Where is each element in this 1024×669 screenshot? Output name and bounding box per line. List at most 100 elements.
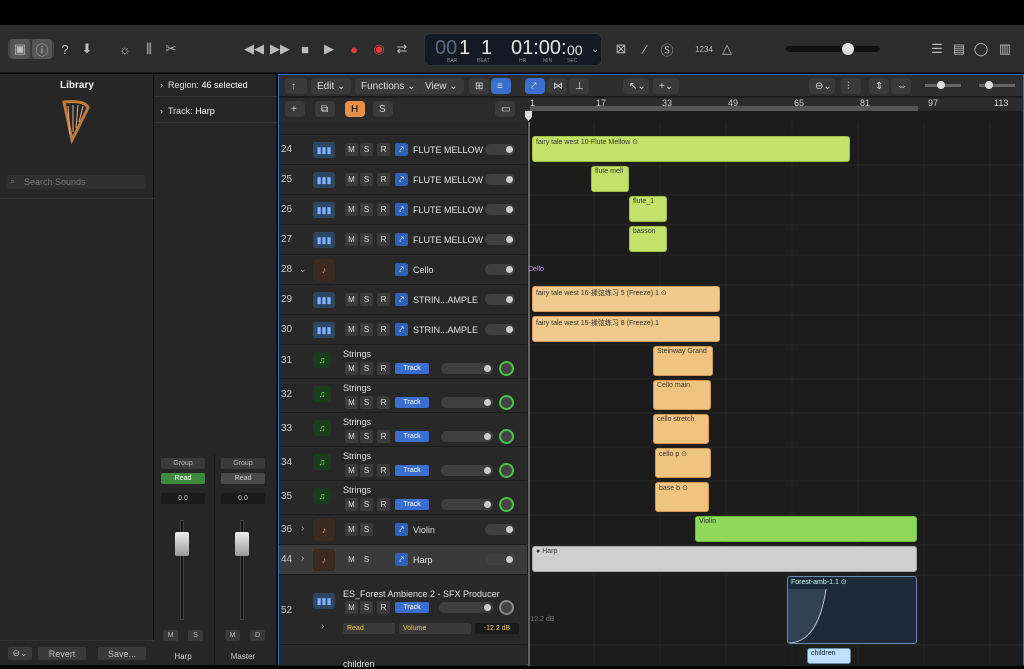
solo-button[interactable]: S [360,173,373,186]
track-header[interactable]: 33 ♫ Strings M S R Track [279,413,527,447]
track-badge[interactable]: Track [395,465,429,476]
track-badge[interactable]: Track [395,397,429,408]
disclosure-chevron-icon[interactable]: › [321,621,324,632]
mute-button[interactable]: M [345,601,358,614]
record-arm-button[interactable]: R [377,203,390,216]
record-arm-button[interactable]: R [377,362,390,375]
record-arm-button[interactable]: R [377,233,390,246]
track-on-toggle[interactable] [485,234,515,245]
mute-button[interactable]: M [345,498,358,511]
track-header[interactable]: 25 ▮▮▮ M S R ⤤ FLUTE MELLOW [279,165,527,195]
volume-slider[interactable] [441,499,493,510]
record-arm-button[interactable]: R [377,498,390,511]
browser-icon[interactable]: ▥ [996,39,1014,59]
solo-mode-button[interactable]: S [373,101,393,117]
add-track-icon[interactable]: + [285,101,305,117]
solo-button[interactable]: S [360,498,373,511]
solo-button[interactable]: S [360,601,373,614]
mute-button[interactable]: M [345,396,358,409]
automation-icon[interactable]: ⤤ [395,263,408,276]
record-arm-button[interactable]: R [377,396,390,409]
play-icon[interactable]: ▶ [320,39,338,59]
mute-button[interactable]: M [345,464,358,477]
view-menu[interactable]: View ⌄ [419,78,464,94]
mute-button[interactable]: M [345,430,358,443]
global-tracks-icon[interactable]: ▭ [495,101,515,117]
midi-region[interactable]: Cello main [653,380,711,410]
track-header[interactable]: children [279,645,527,669]
track-badge[interactable]: Track [395,499,429,510]
track-name[interactable]: Cello [413,265,434,275]
mute-button[interactable]: M [345,203,358,216]
volume-slider[interactable] [441,431,493,442]
solo-button[interactable]: S [360,523,373,536]
flex-icon[interactable]: ⋈ [547,78,567,94]
solo-button[interactable]: S [360,323,373,336]
track-name[interactable]: Strings [343,417,371,427]
action-menu-icon[interactable]: ⊖⌄ [8,647,32,660]
note-icon[interactable]: ▤ [950,39,968,59]
automation-icon[interactable]: ⤤ [395,143,408,156]
audio-region[interactable]: basson [629,226,667,252]
solo-button[interactable]: S [360,293,373,306]
record-arm-button[interactable]: R [377,430,390,443]
pan-knob[interactable] [499,395,514,410]
track-name[interactable]: FLUTE MELLOW [413,145,483,155]
automation-mode-button[interactable]: Read [161,473,205,484]
folder-region[interactable]: ● Harp [532,546,917,572]
replace-icon[interactable]: ⊠ [612,39,630,59]
solo-button[interactable]: S [360,203,373,216]
track-header[interactable]: 32 ♫ Strings M S R Track [279,379,527,413]
horizontal-zoom-icon[interactable]: ⇔ [891,78,911,94]
back-icon[interactable]: ↑ [285,78,307,94]
audio-region[interactable]: fairy tale west 16-揉弦练习 5 (Freeze).1 ⊙ [532,286,720,312]
midi-region[interactable]: cello stretch [653,414,709,444]
record-arm-button[interactable]: R [377,323,390,336]
mute-button[interactable]: M [345,323,358,336]
track-header[interactable]: 52 ▮▮▮ ES_Forest Ambience 2 - SFX Produc… [279,575,527,645]
record-arm-button[interactable]: R [377,601,390,614]
pan-knob[interactable] [499,429,514,444]
track-name[interactable]: Strings [343,485,371,495]
audio-region[interactable]: flute mell [591,166,629,192]
lcd-display[interactable]: 00 1 1 01:00: 00 BAR BEAT HR MIN SEC ⌄ [424,33,602,66]
volume-slider[interactable] [439,602,493,613]
track-header[interactable]: 34 ♫ Strings M S R Track [279,447,527,481]
track-on-toggle[interactable] [485,524,515,535]
track-name[interactable]: Strings [343,349,371,359]
midi-region[interactable]: base b ⊙ [655,482,709,512]
help-icon[interactable]: ? [56,39,74,59]
automation-parameter-select[interactable]: Volume [399,623,471,634]
vertical-zoom-icon[interactable]: ⇕ [869,78,889,94]
track-header[interactable]: 30 ▮▮▮ M S R ⤤ STRIN...AMPLE [279,315,527,345]
mute-button[interactable]: M [345,143,358,156]
group-button[interactable]: Group [221,458,265,469]
solo-button[interactable]: S [360,430,373,443]
track-name[interactable]: Strings [343,383,371,393]
volume-value[interactable]: 0.0 [161,493,205,504]
track-name[interactable]: STRIN...AMPLE [413,295,478,305]
track-name[interactable]: Harp [413,555,433,565]
snap-icon[interactable]: ⊖⌄ [809,78,835,94]
dim-button[interactable]: D [250,630,265,641]
track-on-toggle[interactable] [485,554,515,565]
disclosure-chevron-icon[interactable]: › [301,523,304,534]
track-on-toggle[interactable] [485,264,515,275]
track-name[interactable]: ES_Forest Ambience 2 - SFX Producer [343,589,500,599]
brightness-icon[interactable]: ☼ [116,39,134,59]
automation-icon[interactable]: ⤤ [525,78,545,94]
catch-icon[interactable]: ⊥ [569,78,589,94]
timeline-ruler[interactable]: 1 17 33 49 65 81 97 113 [528,98,1023,112]
grid-view-icon[interactable]: ⊞ [469,78,489,94]
list-view-icon[interactable]: ≡ [491,78,511,94]
automation-icon[interactable]: ⤤ [395,293,408,306]
chevron-down-icon[interactable]: ⌄ [591,44,599,55]
track-name[interactable]: Violin [413,525,435,535]
revert-button[interactable]: Revert [38,647,86,660]
region-disclosure[interactable]: › Region: 46 selected [160,80,248,90]
record-arm-button[interactable]: R [377,464,390,477]
solo-button[interactable]: S [360,553,373,566]
automation-icon[interactable]: ⤤ [395,553,408,566]
mute-button[interactable]: M [345,233,358,246]
track-on-toggle[interactable] [485,324,515,335]
